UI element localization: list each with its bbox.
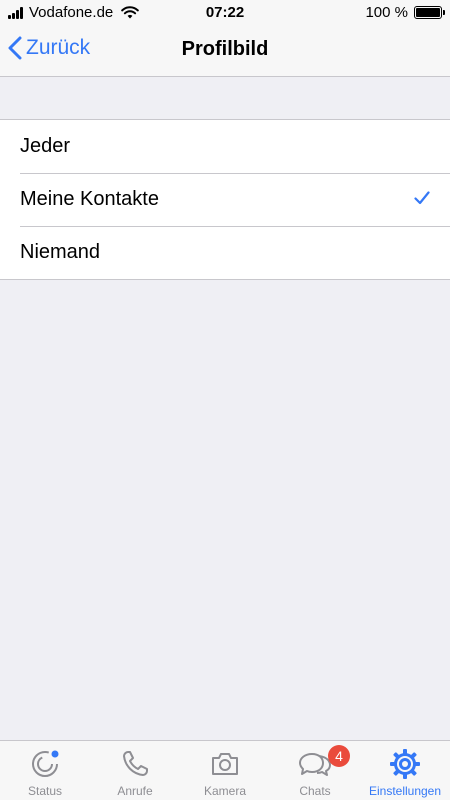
tab-settings[interactable]: Einstellungen: [360, 741, 450, 800]
gear-icon: [390, 749, 420, 779]
unread-badge: 4: [328, 745, 350, 767]
phone-icon: [123, 751, 148, 776]
option-label: Jeder: [20, 135, 71, 157]
visibility-options-list: Jeder Meine Kontakte Niemand: [0, 119, 450, 280]
status-bar: Vodafone.de 07:22 100 %: [0, 0, 450, 24]
status-icon: [32, 750, 59, 777]
tab-calls[interactable]: Anrufe: [90, 741, 180, 800]
navigation-bar: Zurück Profilbild: [0, 24, 450, 77]
tab-bar: Status Anrufe Kamera 4 Chats Einstellung…: [0, 740, 450, 800]
tab-camera[interactable]: Kamera: [180, 741, 270, 800]
tab-label: Chats: [299, 784, 331, 798]
tab-label: Kamera: [203, 784, 247, 798]
battery-percent: 100 %: [365, 4, 408, 21]
tab-status[interactable]: Status: [0, 741, 90, 800]
tab-label: Einstellungen: [368, 784, 442, 798]
camera-icon: [212, 753, 238, 775]
checkmark-icon: [414, 191, 430, 205]
tab-label: Anrufe: [117, 784, 153, 798]
option-my-contacts[interactable]: Meine Kontakte: [0, 173, 450, 226]
option-nobody[interactable]: Niemand: [0, 226, 450, 279]
tab-chats[interactable]: 4 Chats: [270, 741, 360, 800]
tab-label: Status: [27, 784, 63, 798]
option-label: Meine Kontakte: [20, 188, 159, 210]
battery-icon: [414, 6, 445, 19]
option-everyone[interactable]: Jeder: [0, 120, 450, 173]
page-title: Profilbild: [181, 38, 269, 60]
option-label: Niemand: [20, 241, 101, 263]
status-right: 100 %: [365, 4, 445, 21]
